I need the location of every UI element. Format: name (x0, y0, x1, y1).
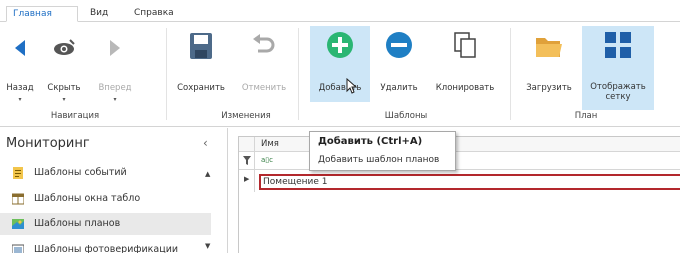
dropdown-arrow-icon: ▾ (113, 96, 117, 103)
back-label: Назад (6, 83, 34, 93)
nav-item-label: Шаблоны окна табло (34, 193, 141, 204)
tab-help-label: Справка (134, 8, 174, 18)
nav-item-plan-templates[interactable]: Шаблоны планов (0, 213, 211, 235)
show-grid-label-line2: сетку (605, 92, 631, 102)
add-plus-icon (327, 32, 353, 58)
grid-filter-row[interactable]: a▯c (239, 152, 680, 170)
clone-copy-icon (454, 32, 476, 58)
load-button[interactable]: Загрузить (518, 26, 580, 102)
nav-item-event-templates[interactable]: Шаблоны событий (12, 162, 223, 184)
collapse-panel-icon[interactable]: ‹ (203, 136, 208, 150)
nav-item-label: Шаблоны фотоверификации (34, 244, 179, 253)
group-label-templates: Шаблоны (384, 111, 428, 121)
ribbon-tab-bar: Главная Вид Справка (0, 0, 680, 22)
navigation-panel: Мониторинг ‹ ▲ Шаблоны событий Шаблоны о… (0, 128, 228, 253)
nav-title: Мониторинг (6, 136, 90, 151)
back-button[interactable]: Назад ▾ (2, 26, 38, 103)
ribbon-separator (166, 28, 167, 120)
grid-header: Имя (239, 137, 680, 152)
save-label: Сохранить (177, 83, 225, 93)
load-label: Загрузить (526, 83, 572, 93)
tooltip-title: Добавить (Ctrl+A) (318, 136, 423, 147)
filter-text-icon: a▯c (261, 156, 273, 164)
document-list-icon (13, 167, 23, 179)
nav-item-label: Шаблоны событий (34, 167, 127, 178)
row-pointer-icon: ▶ (244, 175, 250, 183)
filter-funnel-icon (243, 156, 251, 165)
ribbon-separator (298, 28, 299, 120)
templates-grid: Имя a▯c ▶ Помещение 1 (238, 136, 680, 253)
table-board-icon (12, 193, 24, 205)
tab-help[interactable]: Справка (128, 6, 180, 22)
tab-main[interactable]: Главная (6, 6, 78, 22)
photo-frame-icon (12, 244, 24, 253)
nav-item-photo-verification-templates[interactable]: Шаблоны фотоверификации (12, 239, 223, 253)
add-tooltip: Добавить (Ctrl+A) Добавить шаблон планов (309, 131, 456, 171)
hide-label: Скрыть (47, 83, 81, 93)
undo-button[interactable]: Отменить (236, 26, 292, 102)
dropdown-arrow-icon: ▾ (18, 96, 22, 103)
nav-item-display-window-templates[interactable]: Шаблоны окна табло (12, 188, 223, 210)
group-label-plan: План (574, 111, 598, 121)
tab-view-label: Вид (90, 8, 109, 18)
show-grid-toggle[interactable]: Отображать сетку (582, 26, 654, 110)
save-button[interactable]: Сохранить (170, 26, 232, 102)
show-grid-label-line1: Отображать (590, 82, 646, 92)
save-disk-icon (190, 33, 212, 59)
undo-icon (253, 34, 275, 53)
add-label: Добавить (318, 83, 362, 93)
arrow-right-icon (110, 40, 120, 56)
eye-hide-icon (54, 39, 75, 55)
nav-item-label: Шаблоны планов (34, 218, 121, 229)
table-cell-name[interactable]: Помещение 1 (259, 174, 680, 190)
group-label-changes: Изменения (221, 111, 271, 121)
add-button[interactable]: Добавить (310, 26, 370, 102)
undo-label: Отменить (241, 83, 287, 93)
table-row[interactable]: ▶ Помещение 1 (239, 170, 680, 192)
show-grid-label: Отображать сетку (582, 82, 654, 102)
tab-view[interactable]: Вид (84, 6, 114, 22)
tab-main-label: Главная (13, 9, 52, 19)
clone-button[interactable]: Клонировать (428, 26, 502, 102)
scroll-down-arrow-icon[interactable]: ▼ (205, 242, 210, 250)
group-label-navigation: Навигация (50, 111, 100, 121)
arrow-left-icon (15, 40, 25, 56)
delete-label: Удалить (380, 83, 418, 93)
clone-label: Клонировать (435, 83, 495, 93)
grid-header-indicator (239, 137, 255, 151)
dropdown-arrow-icon: ▾ (62, 96, 66, 103)
mouse-cursor-icon (346, 78, 358, 94)
column-header-name[interactable]: Имя (261, 139, 279, 149)
row-indicator: ▶ (239, 170, 255, 192)
ribbon-separator (510, 28, 511, 120)
tooltip-description: Добавить шаблон планов (318, 155, 440, 165)
ribbon: Назад ▾ Скрыть ▾ Вперед ▾ Навигация Сохр… (0, 22, 680, 127)
forward-button[interactable]: Вперед ▾ (92, 26, 138, 103)
hide-button[interactable]: Скрыть ▾ (40, 26, 88, 103)
map-plan-icon (12, 219, 24, 229)
filter-indicator (239, 152, 255, 169)
grid-icon (605, 32, 631, 58)
remove-minus-icon (386, 32, 412, 58)
delete-button[interactable]: Удалить (374, 26, 424, 102)
forward-label: Вперед (98, 83, 132, 93)
folder-open-icon (536, 38, 562, 57)
